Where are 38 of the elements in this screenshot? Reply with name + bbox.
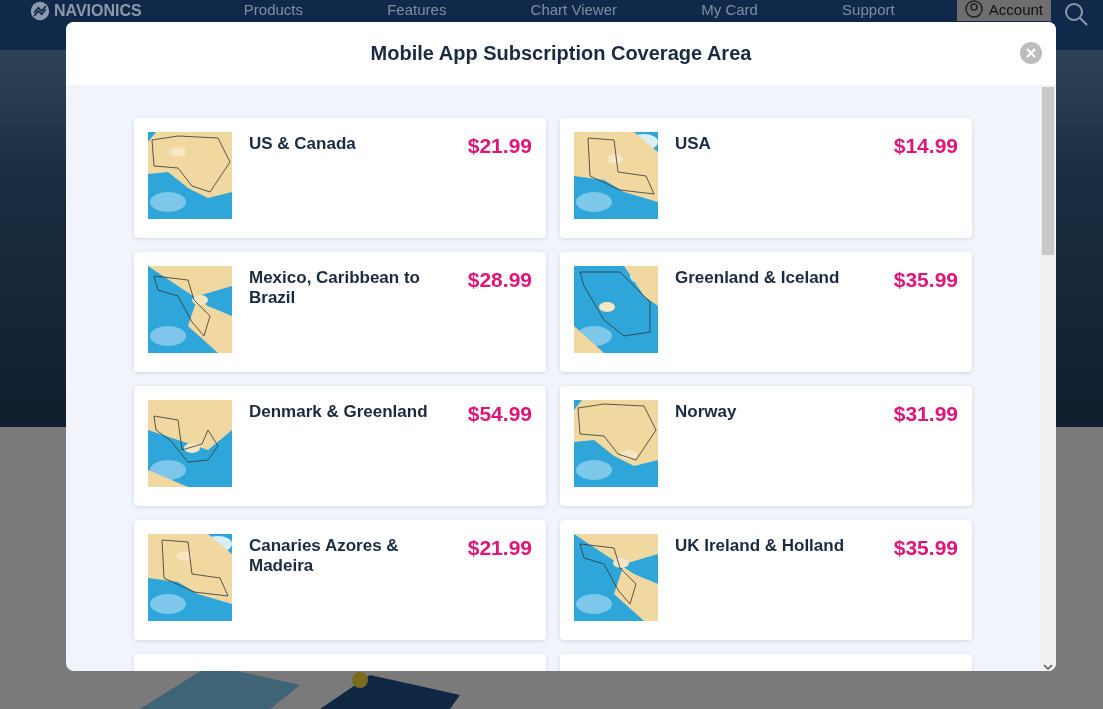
product-card[interactable]: Norway $31.99 xyxy=(560,386,972,506)
product-card[interactable]: UK Ireland & Holland $35.99 xyxy=(560,520,972,640)
region-name: Mexico, Caribbean to Brazil xyxy=(249,268,421,309)
product-card[interactable]: Mexico, Caribbean to Brazil $28.99 xyxy=(134,252,546,372)
user-icon xyxy=(964,0,983,18)
region-name: US & Canada xyxy=(249,134,357,155)
region-name: Norway xyxy=(675,402,738,423)
price: $35.99 xyxy=(893,536,958,561)
scroll-thumb[interactable] xyxy=(1042,87,1054,255)
nav-link[interactable]: Products xyxy=(243,1,303,18)
scrollbar[interactable] xyxy=(1040,85,1056,671)
nav-link[interactable]: Chart Viewer xyxy=(530,1,618,18)
logo-text[interactable]: NAVIONICS xyxy=(54,2,142,20)
price: $21.99 xyxy=(467,536,532,561)
price: $21.99 xyxy=(467,134,532,159)
product-card[interactable]: USA $14.99 xyxy=(560,118,972,238)
price: $54.99 xyxy=(467,402,532,427)
product-card[interactable]: US & Canada $21.99 xyxy=(134,118,546,238)
region-name: Canaries Azores & Madeira xyxy=(249,536,400,577)
price: $35.99 xyxy=(893,268,958,293)
nav-link[interactable]: Features xyxy=(387,1,447,18)
product-card[interactable]: Denmark & Greenland $54.99 xyxy=(134,386,546,506)
region-name: UK Ireland & Holland xyxy=(675,536,846,557)
price: $28.99 xyxy=(467,268,532,293)
region-name: USA xyxy=(675,134,712,155)
region-name: Denmark & Greenland xyxy=(249,402,429,423)
product-card[interactable]: Greenland & Iceland $35.99 xyxy=(560,252,972,372)
region-name: Greenland & Iceland xyxy=(675,268,841,289)
search-icon[interactable] xyxy=(1063,1,1089,27)
price: $31.99 xyxy=(893,402,958,427)
nav-link[interactable]: Support xyxy=(842,1,895,18)
price: $14.99 xyxy=(893,134,958,159)
modal-title: Mobile App Subscription Coverage Area xyxy=(370,42,752,65)
account-button[interactable]: Account xyxy=(956,0,1051,21)
close-icon[interactable] xyxy=(1020,42,1042,64)
scroll-down-icon[interactable] xyxy=(1043,663,1053,671)
product-card[interactable]: Canaries Azores & Madeira $21.99 xyxy=(134,520,546,640)
nav-link[interactable]: My Card xyxy=(701,1,758,18)
